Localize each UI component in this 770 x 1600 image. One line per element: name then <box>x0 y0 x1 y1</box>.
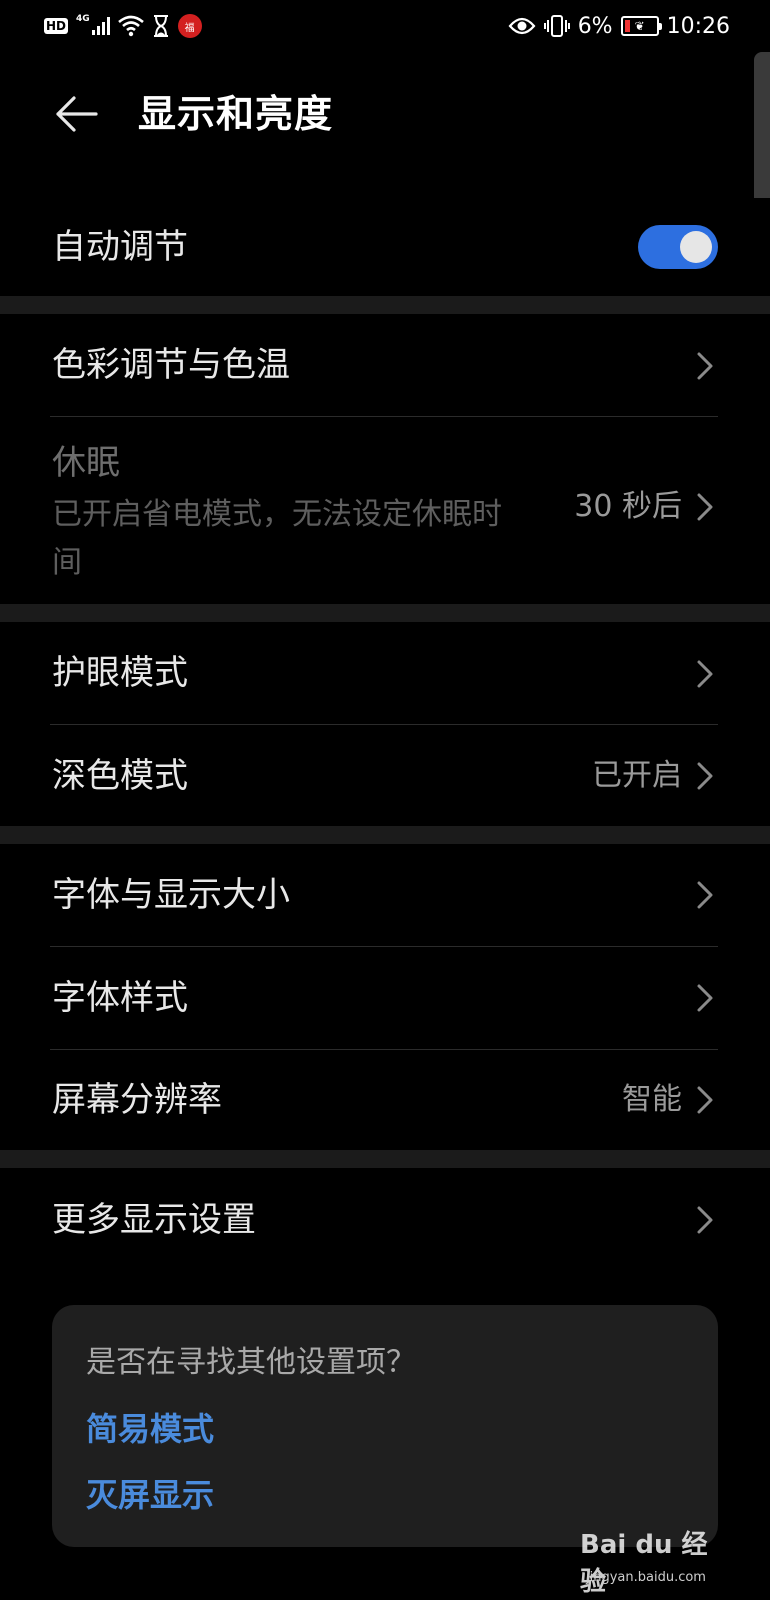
resolution-row[interactable]: 屏幕分辨率 智能 <box>0 1050 770 1150</box>
sleep-subtitle: 已开启省电模式，无法设定休眠时间 <box>52 497 502 580</box>
page-title: 显示和亮度 <box>138 92 334 136</box>
status-bar-left: HD 4G 福 <box>44 12 202 40</box>
section-separator <box>0 296 770 314</box>
back-button[interactable] <box>50 88 102 140</box>
auto-adjust-row[interactable]: 自动调节 <box>0 198 770 296</box>
chevron-right-icon <box>697 762 713 790</box>
chevron-right-icon <box>697 493 713 521</box>
auto-adjust-group: 自动调节 <box>0 198 770 296</box>
auto-adjust-toggle[interactable] <box>638 225 718 269</box>
sleep-label: 休眠 <box>52 443 120 483</box>
hourglass-icon <box>153 15 168 37</box>
eye-comfort-label: 护眼模式 <box>52 653 188 693</box>
chevron-right-icon <box>697 352 713 380</box>
wifi-icon <box>117 15 144 37</box>
dark-mode-value: 已开启 <box>592 758 682 793</box>
more-display-row[interactable]: 更多显示设置 <box>0 1168 770 1274</box>
more-display-label: 更多显示设置 <box>52 1200 256 1240</box>
dark-mode-label: 深色模式 <box>52 756 188 796</box>
dark-mode-row[interactable]: 深色模式 已开启 <box>0 725 770 826</box>
app-header: 显示和亮度 <box>0 70 770 158</box>
font-style-row[interactable]: 字体样式 <box>0 947 770 1049</box>
resolution-value: 智能 <box>622 1082 682 1117</box>
eye-dark-group: 护眼模式 深色模式 已开启 <box>0 622 770 826</box>
eye-icon <box>508 17 536 35</box>
signal-icon <box>91 17 110 35</box>
status-bar-right: 6% ❦ 10:26 <box>508 10 730 42</box>
more-display-group: 更多显示设置 <box>0 1168 770 1274</box>
simple-mode-link[interactable]: 简易模式 <box>86 1407 214 1451</box>
watermark-site: jingyan.baidu.com <box>586 1570 706 1585</box>
network-type-label: 4G <box>76 14 90 24</box>
suggestion-title: 是否在寻找其他设置项？ <box>86 1345 416 1380</box>
back-arrow-icon <box>56 96 98 132</box>
baidu-watermark-logo: Bai du 经验 jingyan.baidu.com <box>580 1510 730 1597</box>
font-resolution-group: 字体与显示大小 字体样式 屏幕分辨率 智能 <box>0 844 770 1150</box>
hd-badge: HD <box>44 18 69 34</box>
app-notification-icon: 福 <box>177 14 202 38</box>
power-saving-leaf-icon: ❦ <box>634 19 645 33</box>
section-separator <box>0 604 770 622</box>
toggle-knob <box>680 231 712 263</box>
chevron-right-icon <box>697 1206 713 1234</box>
color-temp-row[interactable]: 色彩调节与色温 <box>0 314 770 416</box>
color-sleep-group: 色彩调节与色温 休眠 已开启省电模式，无法设定休眠时间 30 秒后 <box>0 314 770 604</box>
color-temp-label: 色彩调节与色温 <box>52 345 290 385</box>
sleep-row: 休眠 已开启省电模式，无法设定休眠时间 30 秒后 <box>0 417 770 604</box>
chevron-right-icon <box>697 1086 713 1114</box>
section-separator <box>0 826 770 844</box>
section-separator <box>0 1150 770 1168</box>
always-on-display-link[interactable]: 灭屏显示 <box>86 1473 214 1517</box>
chevron-right-icon <box>697 881 713 909</box>
status-bar: HD 4G 福 6% ❦ 10:26 <box>0 0 770 52</box>
vibrate-icon <box>543 15 570 37</box>
font-size-row[interactable]: 字体与显示大小 <box>0 844 770 946</box>
battery-percent: 6% <box>577 13 613 39</box>
font-style-label: 字体样式 <box>52 978 188 1018</box>
clock: 10:26 <box>666 13 730 39</box>
watermark-brand: Bai du 经验 <box>580 1530 708 1597</box>
resolution-label: 屏幕分辨率 <box>52 1080 222 1120</box>
sleep-value: 30 秒后 <box>574 489 682 524</box>
chevron-right-icon <box>697 984 713 1012</box>
battery-icon: ❦ <box>620 16 662 36</box>
auto-adjust-label: 自动调节 <box>52 227 188 267</box>
chevron-right-icon <box>697 660 713 688</box>
eye-comfort-row[interactable]: 护眼模式 <box>0 622 770 724</box>
font-size-label: 字体与显示大小 <box>52 875 290 915</box>
